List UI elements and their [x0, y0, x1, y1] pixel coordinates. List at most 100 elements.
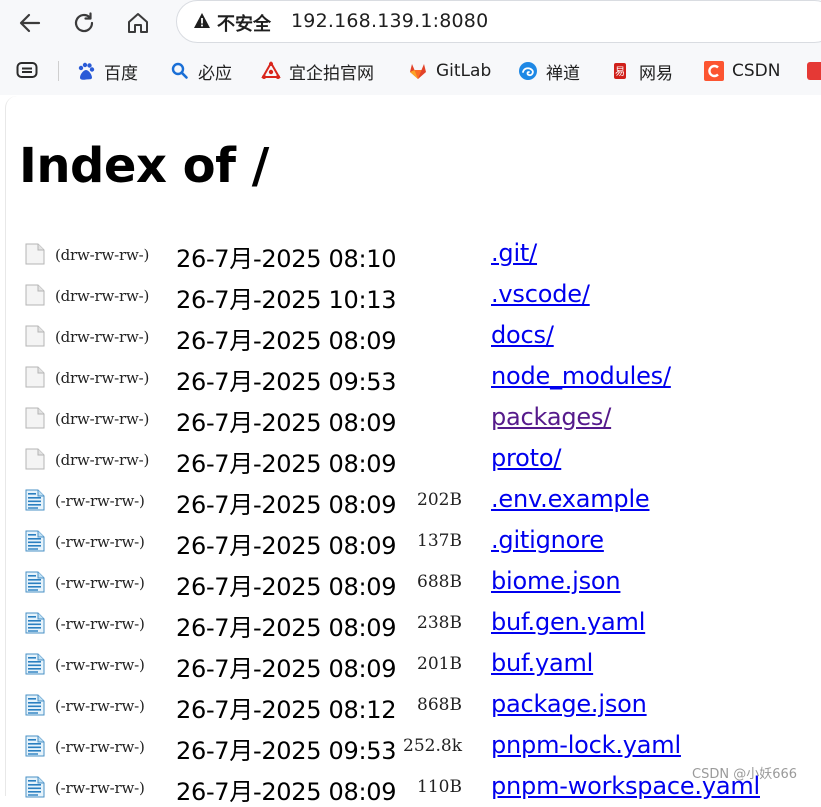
page-title: Index of /	[19, 138, 269, 194]
text-file-icon	[25, 776, 45, 798]
file-link[interactable]: buf.gen.yaml	[491, 608, 645, 636]
table-row: (-rw-rw-rw-) 26-7月-2025 08:09 202B .env.exa…	[0, 478, 821, 519]
file-link[interactable]: .gitignore	[491, 526, 604, 554]
permission-text: (-rw-rw-rw-)	[55, 492, 145, 510]
reload-icon	[74, 12, 94, 33]
file-link[interactable]: buf.yaml	[491, 649, 593, 677]
folder-page-icon	[25, 448, 45, 470]
table-row: (-rw-rw-rw-) 26-7月-2025 08:09 238B buf.gen.…	[0, 601, 821, 642]
directory-link[interactable]: docs/	[491, 321, 554, 349]
directory-link[interactable]: .git/	[491, 239, 537, 267]
permission-text: (drw-rw-rw-)	[55, 246, 150, 264]
table-row: (drw-rw-rw-) 26-7月-2025 08:09 docs/	[0, 314, 821, 355]
table-row: (drw-rw-rw-) 26-7月-2025 10:13 .vscode/	[0, 273, 821, 314]
bookmark-gitlab[interactable]: GitLab	[408, 59, 491, 83]
modified-date: 26-7月-2025 08:10	[176, 245, 397, 273]
file-link[interactable]: .env.example	[491, 485, 650, 513]
directory-link[interactable]: proto/	[491, 444, 561, 472]
table-row: (-rw-rw-rw-) 26-7月-2025 08:09 201B buf.yaml	[0, 642, 821, 683]
bookmark-label: CSDN	[732, 61, 781, 81]
warning-triangle-icon[interactable]	[193, 12, 211, 30]
csdn-c-icon	[704, 61, 724, 81]
bookmark-overflow[interactable]	[807, 59, 821, 83]
text-file-icon	[25, 694, 45, 716]
gitlab-fox-icon	[410, 64, 426, 79]
folder-page-icon	[25, 284, 45, 306]
modified-date: 26-7月-2025 08:12	[176, 696, 397, 724]
modified-date: 26-7月-2025 08:09	[176, 573, 397, 601]
zentao-swirl-icon	[519, 62, 537, 80]
url-text[interactable]: 192.168.139.1:8080	[291, 10, 488, 32]
bookmark-label: 网易	[639, 63, 673, 84]
directory-link[interactable]: .vscode/	[491, 280, 590, 308]
bookmark-yiqipai[interactable]: 宜企拍官网	[261, 59, 374, 84]
table-row: (-rw-rw-rw-) 26-7月-2025 08:12 868B package.…	[0, 683, 821, 724]
folder-page-icon	[25, 407, 45, 429]
reload-button[interactable]	[67, 6, 101, 40]
bookmark-csdn[interactable]: CSDN	[704, 59, 780, 83]
file-size: 202B	[417, 490, 462, 510]
table-row: (drw-rw-rw-) 26-7月-2025 09:53 node_modules…	[0, 355, 821, 396]
bookmark-baidu[interactable]: 百度	[76, 59, 138, 84]
bookmark-partial-icon	[807, 62, 821, 80]
bookmark-bing[interactable]: 必应	[170, 59, 232, 84]
text-file-icon	[25, 530, 45, 552]
directory-link[interactable]: node_modules/	[491, 362, 671, 390]
file-size: 688B	[417, 572, 462, 592]
file-link[interactable]: package.json	[491, 690, 647, 718]
baidu-paw-icon	[78, 62, 95, 80]
modified-date: 26-7月-2025 08:09	[176, 655, 397, 683]
bookmark-label: 禅道	[546, 63, 580, 84]
modified-date: 26-7月-2025 08:09	[176, 778, 397, 806]
permission-text: (drw-rw-rw-)	[55, 410, 150, 428]
bookmark-label: 宜企拍官网	[289, 63, 374, 84]
text-file-icon	[25, 571, 45, 593]
bookmark-netease[interactable]: 易 网易	[611, 59, 673, 84]
modified-date: 26-7月-2025 08:09	[176, 614, 397, 642]
search-icon	[171, 62, 188, 79]
svg-text:易: 易	[615, 66, 625, 78]
file-link[interactable]: pnpm-lock.yaml	[491, 731, 681, 759]
bookmark-label: 百度	[104, 63, 138, 84]
modified-date: 26-7月-2025 09:53	[176, 368, 397, 396]
folder-page-icon	[25, 325, 45, 347]
table-row: (-rw-rw-rw-) 26-7月-2025 09:53 252.8k pnpm-l…	[0, 724, 821, 765]
file-link[interactable]: biome.json	[491, 567, 621, 595]
file-size: 110B	[417, 777, 462, 797]
bookmark-zentao[interactable]: 禅道	[518, 59, 580, 84]
modified-date: 26-7月-2025 08:09	[176, 409, 397, 437]
modified-date: 26-7月-2025 08:09	[176, 532, 397, 560]
modified-date: 26-7月-2025 08:09	[176, 450, 397, 478]
text-file-icon	[25, 735, 45, 757]
browser-toolbar: 不安全 192.168.139.1:8080	[0, 0, 821, 47]
modified-date: 26-7月-2025 08:09	[176, 327, 397, 355]
permission-text: (drw-rw-rw-)	[55, 328, 150, 346]
bookmarks-divider	[58, 61, 59, 81]
back-arrow-icon	[19, 13, 41, 33]
home-button[interactable]	[121, 6, 155, 40]
directory-link[interactable]: packages/	[491, 403, 611, 431]
permission-text: (drw-rw-rw-)	[55, 287, 150, 305]
address-bar[interactable]: 不安全 192.168.139.1:8080	[176, 0, 821, 43]
modified-date: 26-7月-2025 10:13	[176, 286, 397, 314]
security-label[interactable]: 不安全	[217, 10, 271, 36]
modified-date: 26-7月-2025 08:09	[176, 491, 397, 519]
back-button[interactable]	[13, 6, 47, 40]
watermark: CSDN @小妖666	[692, 767, 798, 782]
table-row: (-rw-rw-rw-) 26-7月-2025 08:09 137B .gitigno…	[0, 519, 821, 560]
permission-text: (-rw-rw-rw-)	[55, 697, 145, 715]
permission-text: (drw-rw-rw-)	[55, 451, 150, 469]
file-size: 252.8k	[403, 736, 462, 756]
file-size: 238B	[417, 613, 462, 633]
folder-page-icon	[25, 243, 45, 265]
table-row: (drw-rw-rw-) 26-7月-2025 08:09 packages/	[0, 396, 821, 437]
table-row: (drw-rw-rw-) 26-7月-2025 08:10 .git/	[0, 232, 821, 273]
netease-logo-icon: 易	[614, 63, 626, 79]
text-file-icon	[25, 612, 45, 634]
text-file-icon	[25, 653, 45, 675]
permission-text: (-rw-rw-rw-)	[55, 656, 145, 674]
text-file-icon	[25, 489, 45, 511]
folder-page-icon	[25, 366, 45, 388]
permission-text: (-rw-rw-rw-)	[55, 615, 145, 633]
bookmarks-menu-icon[interactable]	[16, 61, 38, 79]
